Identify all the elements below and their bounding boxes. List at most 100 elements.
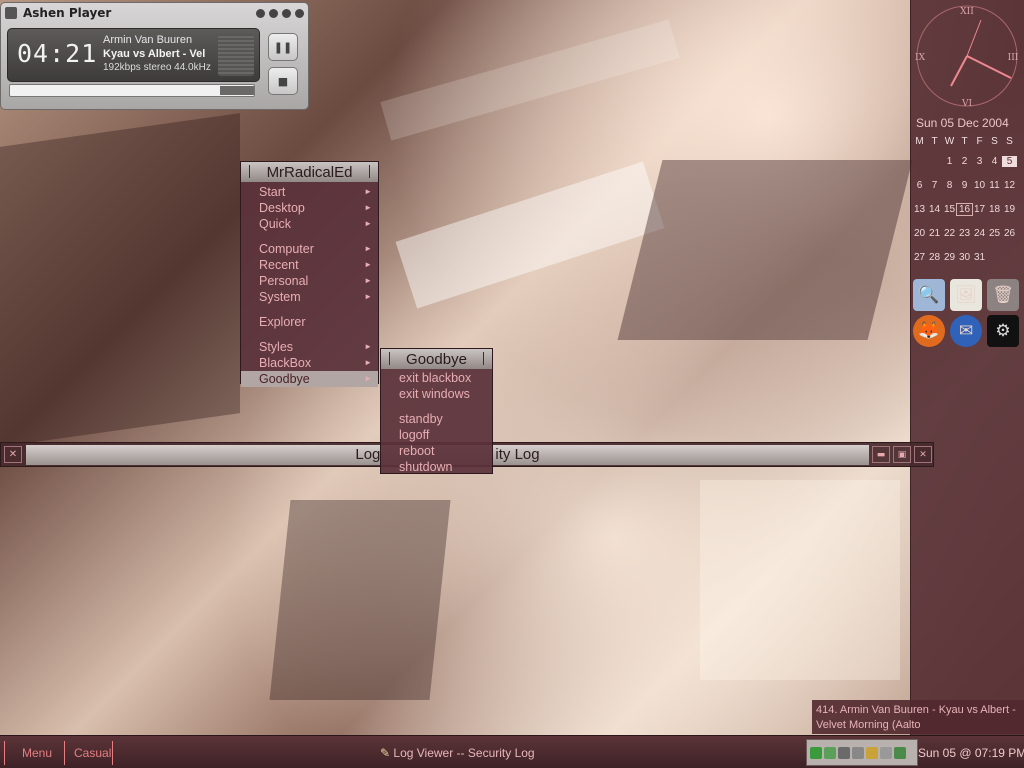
calendar-day[interactable]: 18 [987,204,1002,215]
calendar-day[interactable]: 21 [927,228,942,239]
calendar-day[interactable]: 13 [912,204,927,215]
calendar-day[interactable]: 14 [927,204,942,215]
right-slit-panel [910,0,1024,735]
menu-item-desktop[interactable]: Desktop ► [241,200,378,216]
menu-item-system[interactable]: System ► [241,289,378,305]
calendar-day[interactable]: 9 [957,180,972,191]
log-window-close-left-button[interactable]: ✕ [4,446,22,463]
menu-item-explorer[interactable]: Explorer [241,314,378,330]
player-close-button[interactable] [295,8,304,18]
player-minimize-button[interactable] [269,8,278,18]
printer-icon[interactable] [838,746,850,759]
steam-tray-icon[interactable] [852,746,864,759]
submenu-arrow-icon: ► [364,276,372,285]
pause-button[interactable]: ❚❚ [268,33,298,61]
menu-item-blackbox[interactable]: BlackBox ► [241,355,378,371]
calendar-day[interactable]: 15 [942,204,957,215]
clock-hour-hand [950,55,968,87]
calendar-day[interactable]: 25 [987,228,1002,239]
calendar-day[interactable]: 16 [956,202,973,216]
calendar-day[interactable]: 11 [987,180,1002,191]
calendar-day[interactable]: 29 [942,252,957,263]
menu-item-start[interactable]: Start ► [241,184,378,200]
thunderbird-icon[interactable]: ✉ [950,315,982,347]
calendar-day[interactable]: 5 [1002,155,1017,167]
calendar-day[interactable]: 12 [1002,180,1017,191]
menu-item-personal[interactable]: Personal ► [241,273,378,289]
calendar-day[interactable]: 30 [957,252,972,263]
menu-item-label: Desktop [259,201,305,215]
tool-icon[interactable] [866,746,878,759]
player-titlebar[interactable]: Ashen Player [1,3,308,23]
menu-item-label: Goodbye [259,372,310,386]
submenu-arrow-icon: ► [364,203,372,212]
stop-icon: ■ [277,74,289,88]
menu-item-recent[interactable]: Recent ► [241,257,378,273]
search-icon[interactable]: 🔍 [913,279,945,311]
menu-item-styles[interactable]: Styles ► [241,339,378,355]
player-maximize-button[interactable] [282,8,291,18]
calendar-weekday: T [931,136,938,147]
calendar-day[interactable]: 17 [972,204,987,215]
log-window-title-left: Log [355,446,381,463]
menu-item-logoff[interactable]: logoff [381,427,492,443]
taskbar-divider [64,741,65,765]
menu-item-quick[interactable]: Quick ► [241,216,378,232]
calendar-day[interactable]: 22 [942,228,957,239]
calendar-day[interactable]: 24 [972,228,987,239]
clock-numeral-12: XII [960,7,974,17]
stop-button[interactable]: ■ [268,67,298,95]
menu-separator [241,305,378,314]
steam-icon[interactable]: ⚙ [987,315,1019,347]
calendar-day[interactable]: 19 [1002,204,1017,215]
ashen-player-window[interactable]: Ashen Player 04:21 Armin Van Buuren Kyau… [0,2,309,110]
calendar-day[interactable]: 4 [987,156,1002,167]
tray-app-icon[interactable] [824,746,836,759]
goodbye-submenu[interactable]: Goodbye exit blackbox exit windows standby… [380,348,493,474]
menu-item-exit-windows[interactable]: exit windows [381,386,492,402]
menu-item-exit-blackbox[interactable]: exit blackbox [381,370,492,386]
calendar-day[interactable]: 3 [972,156,987,167]
submenu-arrow-icon: ► [364,292,372,301]
calendar-day[interactable]: 27 [912,252,927,263]
menu-item-computer[interactable]: Computer ► [241,241,378,257]
menu-item-shutdown[interactable]: shutdown [381,459,492,475]
image-viewer-icon[interactable]: 🖼 [950,279,982,311]
calendar-week-row: 20 21 22 23 24 25 26 [912,221,1020,245]
calendar-day[interactable]: 20 [912,228,927,239]
network-icon[interactable] [810,746,822,759]
calendar-day[interactable]: 23 [957,228,972,239]
player-app-icon [5,7,17,19]
menu-button[interactable]: Menu [22,741,52,765]
clock-numeral-3: III [1008,53,1019,63]
calendar-day[interactable]: 28 [927,252,942,263]
menu-item-label: Explorer [259,315,306,329]
log-window-minimize-button[interactable]: ▬ [872,446,890,463]
workspace-button[interactable]: Casual [74,741,111,765]
player-seek-handle[interactable] [220,86,254,95]
calendar-day[interactable]: 2 [957,156,972,167]
calendar-day[interactable]: 6 [912,180,927,191]
menu-item-goodbye[interactable]: Goodbye ► [241,371,378,387]
taskbar-task-log-viewer[interactable]: ✎ Log Viewer -- Security Log [380,741,535,765]
volume-icon[interactable] [894,746,906,759]
log-window-maximize-button[interactable]: ▣ [893,446,911,463]
submenu-arrow-icon: ► [364,260,372,269]
menu-separator [241,330,378,339]
player-shade-button[interactable] [256,8,265,18]
menu-item-reboot[interactable]: reboot [381,443,492,459]
calendar-day[interactable]: 31 [972,252,987,263]
wallpaper-highlight [395,161,665,309]
calendar-day[interactable]: 10 [972,180,987,191]
calendar-day[interactable]: 7 [927,180,942,191]
calendar-day[interactable]: 8 [942,180,957,191]
calendar-day[interactable]: 1 [942,156,957,167]
menu-item-standby[interactable]: standby [381,411,492,427]
calendar-day[interactable]: 26 [1002,228,1017,239]
firefox-icon[interactable]: 🦊 [913,315,945,347]
device-icon[interactable] [880,746,892,759]
player-seek-bar[interactable] [9,84,255,97]
log-window-close-button[interactable]: ✕ [914,446,932,463]
root-menu[interactable]: MrRadicalEd Start ► Desktop ► Quick ► Computer… [240,161,379,387]
recycle-bin-icon[interactable]: 🗑 [987,279,1019,311]
